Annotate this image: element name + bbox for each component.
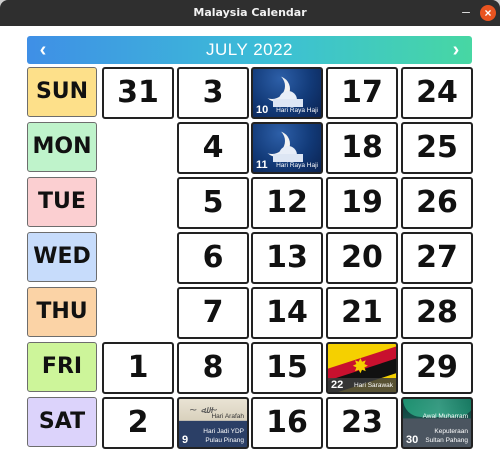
- dayname-thu: THU: [27, 287, 97, 337]
- holiday-label: Hari Raya Haji: [276, 107, 318, 114]
- holiday-label: Hari Jadi YDP: [203, 428, 244, 435]
- holiday-date: 9: [182, 434, 189, 446]
- date-cell[interactable]: 28: [401, 287, 473, 339]
- next-month-button[interactable]: ›: [444, 36, 468, 64]
- window-title: Malaysia Calendar: [193, 6, 307, 19]
- date-cell[interactable]: 27: [401, 232, 473, 284]
- holiday-cell-hari-raya-haji[interactable]: 11 Hari Raya Haji: [251, 122, 323, 174]
- holiday-cell-awal-muharram[interactable]: Awal Muharram Keputeraan Sultan Pahang 3…: [401, 397, 473, 449]
- date-cell[interactable]: 24: [401, 67, 473, 119]
- dayname-sun: SUN: [27, 67, 97, 117]
- date-cell[interactable]: 6: [177, 232, 249, 284]
- date-cell[interactable]: 13: [251, 232, 323, 284]
- date-cell[interactable]: 31: [102, 67, 174, 119]
- date-cell[interactable]: 16: [251, 397, 323, 449]
- dayname-wed: WED: [27, 232, 97, 282]
- date-cell[interactable]: 20: [326, 232, 398, 284]
- date-cell[interactable]: 29: [401, 342, 473, 394]
- date-cell[interactable]: 4: [177, 122, 249, 174]
- holiday-label: Sultan Pahang: [425, 437, 468, 444]
- holiday-cell-hari-arafah[interactable]: ~ ﷲ ~ Hari Arafah Hari Jadi YDP Pulau Pi…: [177, 397, 249, 449]
- holiday-date: 11: [256, 159, 268, 171]
- date-cell[interactable]: 18: [326, 122, 398, 174]
- close-button[interactable]: ×: [480, 5, 496, 21]
- minimize-button[interactable]: –: [457, 4, 475, 22]
- holiday-label: Keputeraan: [434, 428, 468, 435]
- date-cell[interactable]: 12: [251, 177, 323, 229]
- holiday-cell-hari-sarawak[interactable]: ✸ 22 Hari Sarawak: [326, 342, 398, 394]
- app-window: Malaysia Calendar – × ‹ JULY 2022 › SUN …: [0, 0, 500, 461]
- dayname-tue: TUE: [27, 177, 97, 227]
- date-cell[interactable]: 21: [326, 287, 398, 339]
- date-cell[interactable]: 5: [177, 177, 249, 229]
- dayname-sat: SAT: [27, 397, 97, 447]
- holiday-label: Hari Sarawak: [353, 382, 393, 389]
- date-cell[interactable]: 19: [326, 177, 398, 229]
- holiday-date: 22: [331, 379, 344, 391]
- mosque-base-icon: [273, 99, 303, 107]
- month-title: JULY 2022: [205, 40, 294, 59]
- calendar-view: ‹ JULY 2022 › SUN MON TUE WED THU FRI SA…: [0, 26, 500, 461]
- dayname-mon: MON: [27, 122, 97, 172]
- month-header: ‹ JULY 2022 ›: [27, 36, 472, 64]
- holiday-label: Hari Raya Haji: [276, 162, 318, 169]
- date-cell[interactable]: 7: [177, 287, 249, 339]
- holiday-label: Pulau Pinang: [205, 437, 244, 444]
- holiday-date: 10: [256, 104, 269, 116]
- date-cell[interactable]: 25: [401, 122, 473, 174]
- title-bar[interactable]: Malaysia Calendar – ×: [0, 0, 500, 26]
- date-cell[interactable]: 8: [177, 342, 249, 394]
- date-cell[interactable]: 1: [102, 342, 174, 394]
- date-cell[interactable]: 26: [401, 177, 473, 229]
- date-cell[interactable]: 23: [326, 397, 398, 449]
- date-cell[interactable]: 2: [102, 397, 174, 449]
- holiday-date: 30: [406, 434, 419, 446]
- holiday-cell-hari-raya-haji[interactable]: 10 Hari Raya Haji: [251, 67, 323, 119]
- date-cell[interactable]: 15: [251, 342, 323, 394]
- holiday-label: Awal Muharram: [422, 413, 468, 420]
- dayname-fri: FRI: [27, 342, 97, 392]
- date-cell[interactable]: 3: [177, 67, 249, 119]
- date-cell[interactable]: 14: [251, 287, 323, 339]
- mosque-base-icon: [273, 154, 303, 162]
- date-cell[interactable]: 17: [326, 67, 398, 119]
- star-icon: ✸: [352, 354, 369, 378]
- holiday-label: Hari Arafah: [211, 413, 244, 420]
